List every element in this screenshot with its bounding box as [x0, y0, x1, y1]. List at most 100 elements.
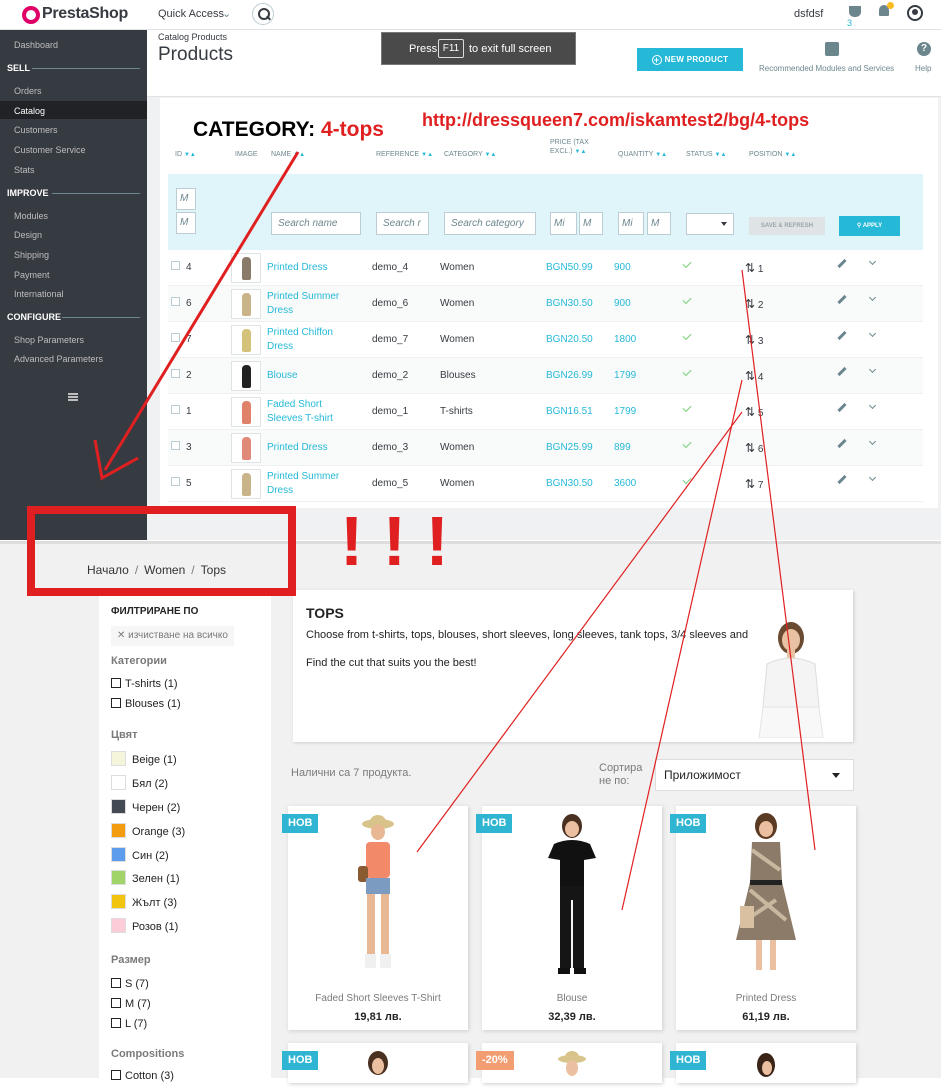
filter-qty-max[interactable]: M — [647, 212, 671, 235]
checkbox[interactable] — [111, 678, 121, 688]
facet-size-m[interactable]: M (7) — [111, 998, 151, 1010]
row-price[interactable]: BGN26.99 — [546, 370, 593, 381]
checkbox[interactable] — [111, 998, 121, 1008]
user-account-icon[interactable] — [907, 5, 923, 21]
table-row[interactable]: 5 Printed Summer Dress demo_5 Women BGN3… — [168, 466, 923, 502]
sort-select[interactable]: Приложимост — [655, 759, 854, 791]
edit-icon[interactable] — [837, 330, 847, 341]
sidebar-item-catalog[interactable]: Catalog — [14, 106, 45, 116]
status-enabled-icon[interactable] — [682, 330, 692, 341]
drag-sort-icon[interactable]: ⇅ — [745, 297, 755, 311]
sidebar-item-customer-service[interactable]: Customer Service — [14, 145, 86, 155]
new-product-button[interactable]: + NEW PRODUCT — [637, 48, 743, 71]
search-icon[interactable] — [252, 3, 274, 25]
row-checkbox[interactable] — [171, 441, 180, 450]
clear-all-filters-button[interactable]: ✕ изчистване на всичко — [111, 626, 234, 646]
sidebar-item-orders[interactable]: Orders — [14, 86, 42, 96]
row-name-link[interactable]: Printed Summer Dress — [267, 290, 359, 318]
product-name[interactable]: Printed Dress — [676, 993, 856, 1004]
row-price[interactable]: BGN16.51 — [546, 406, 593, 417]
product-card[interactable]: НОВ — [282, 1043, 468, 1083]
row-actions-chevron-icon[interactable] — [868, 329, 877, 338]
filter-price-min[interactable]: Mi — [550, 212, 577, 235]
product-name[interactable]: Blouse — [482, 993, 662, 1004]
row-price[interactable]: BGN30.50 — [546, 478, 593, 489]
product-card[interactable]: НОВ Blouse 32,39 лв. — [476, 806, 662, 1030]
sort-icon[interactable]: ▼▲ — [293, 152, 305, 158]
sidebar-item-payment[interactable]: Payment — [14, 270, 50, 280]
row-checkbox[interactable] — [171, 297, 180, 306]
facet-color[interactable]: Розов (1) — [111, 918, 178, 933]
col-header-quantity[interactable]: QUANTITY ▼▲ — [618, 151, 667, 158]
facet-size-l[interactable]: L (7) — [111, 1018, 147, 1030]
col-header-reference[interactable]: REFERENCE ▼▲ — [376, 151, 433, 158]
row-actions-chevron-icon[interactable] — [868, 401, 877, 410]
filter-qty-min[interactable]: Mi — [618, 212, 644, 235]
drag-sort-icon[interactable]: ⇅ — [745, 405, 755, 419]
menu-collapse-icon[interactable] — [68, 393, 78, 401]
breadcrumb-women[interactable]: Women — [144, 563, 185, 577]
row-quantity[interactable]: 1799 — [614, 406, 636, 417]
status-enabled-icon[interactable] — [682, 258, 692, 269]
row-name-link[interactable]: Printed Chiffon Dress — [267, 326, 359, 354]
edit-icon[interactable] — [837, 438, 847, 449]
table-row[interactable]: 3 Printed Dress demo_3 Women BGN25.99 89… — [168, 430, 923, 466]
filter-id-max[interactable]: M — [176, 212, 196, 234]
row-price[interactable]: BGN50.99 — [546, 262, 593, 273]
row-name-link[interactable]: Blouse — [267, 369, 359, 383]
recommended-modules-link[interactable]: Recommended Modules and Services — [759, 64, 894, 73]
edit-icon[interactable] — [837, 402, 847, 413]
checkbox[interactable] — [111, 698, 121, 708]
sidebar-item-stats[interactable]: Stats — [14, 165, 35, 175]
color-swatch[interactable] — [111, 823, 126, 838]
edit-icon[interactable] — [837, 258, 847, 269]
row-position[interactable]: ⇅ 6 — [745, 441, 763, 455]
filter-price-max[interactable]: M — [579, 212, 603, 235]
drag-sort-icon[interactable]: ⇅ — [745, 369, 755, 383]
drag-sort-icon[interactable]: ⇅ — [745, 477, 755, 491]
row-quantity[interactable]: 3600 — [614, 478, 636, 489]
color-swatch[interactable] — [111, 775, 126, 790]
status-enabled-icon[interactable] — [682, 402, 692, 413]
facet-color[interactable]: Orange (3) — [111, 823, 185, 838]
status-enabled-icon[interactable] — [682, 366, 692, 377]
checkbox[interactable] — [111, 978, 121, 988]
breadcrumb[interactable]: Catalog Products — [158, 32, 227, 42]
sidebar-item-modules[interactable]: Modules — [14, 211, 48, 221]
filter-category-input[interactable]: Search category — [444, 212, 536, 235]
sidebar-item-dashboard[interactable]: Dashboard — [14, 40, 58, 50]
filter-reference-input[interactable]: Search r — [376, 212, 429, 235]
table-row[interactable]: 7 Printed Chiffon Dress demo_7 Women BGN… — [168, 322, 923, 358]
row-position[interactable]: ⇅ 4 — [745, 369, 763, 383]
row-position[interactable]: ⇅ 1 — [745, 261, 763, 275]
row-actions-chevron-icon[interactable] — [868, 365, 877, 374]
facet-color[interactable]: Син (2) — [111, 847, 169, 862]
sort-icon[interactable]: ▼▲ — [575, 149, 587, 155]
trophy-icon[interactable] — [849, 6, 861, 17]
sidebar-item-shipping[interactable]: Shipping — [14, 250, 49, 260]
sidebar-item-design[interactable]: Design — [14, 230, 42, 240]
row-checkbox[interactable] — [171, 333, 180, 342]
row-quantity[interactable]: 900 — [614, 298, 631, 309]
breadcrumb-tops[interactable]: Tops — [201, 563, 226, 577]
row-price[interactable]: BGN20.50 — [546, 334, 593, 345]
facet-category-blouses[interactable]: Blouses (1) — [111, 698, 181, 710]
edit-icon[interactable] — [837, 474, 847, 485]
sort-icon[interactable]: ▼▲ — [484, 152, 496, 158]
row-actions-chevron-icon[interactable] — [868, 473, 877, 482]
help-link[interactable]: Help — [915, 64, 931, 73]
row-price[interactable]: BGN30.50 — [546, 298, 593, 309]
sort-icon[interactable]: ▼▲ — [784, 152, 796, 158]
col-header-price[interactable]: PRICE (TAX EXCL.) ▼▲ — [550, 138, 610, 157]
product-name[interactable]: Faded Short Sleeves T-Shirt — [288, 993, 468, 1004]
save-refresh-button[interactable]: SAVE & REFRESH — [749, 217, 825, 235]
filter-status-select[interactable] — [686, 213, 734, 235]
row-quantity[interactable]: 899 — [614, 442, 631, 453]
row-position[interactable]: ⇅ 3 — [745, 333, 763, 347]
product-card[interactable]: НОВ Faded Short Sleeves T-Shirt 19,81 лв… — [282, 806, 468, 1030]
row-name-link[interactable]: Printed Summer Dress — [267, 470, 359, 498]
col-header-name[interactable]: NAME ▼▲ — [271, 151, 305, 158]
color-swatch[interactable] — [111, 918, 126, 933]
table-row[interactable]: 1 Faded Short Sleeves T-shirt demo_1 T-s… — [168, 394, 923, 430]
table-row[interactable]: 2 Blouse demo_2 Blouses BGN26.99 1799 ⇅ … — [168, 358, 923, 394]
